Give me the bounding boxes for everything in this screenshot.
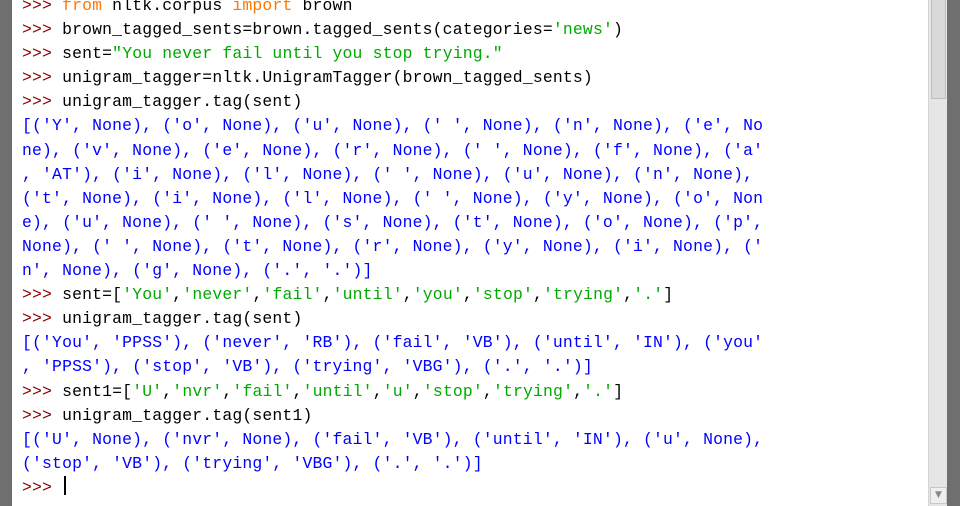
- code-text: ,: [172, 285, 183, 305]
- prompt-marker: >>>: [22, 68, 63, 88]
- code-text: ,: [462, 285, 473, 305]
- shell-line: e), ('u', None), (' ', None), ('s', None…: [22, 211, 932, 235]
- prompt-marker: >>>: [22, 405, 63, 425]
- code-text: ,: [222, 381, 233, 401]
- string-literal: 'u': [382, 381, 413, 401]
- code-text: sent1=[: [62, 381, 133, 401]
- code-text: ,: [402, 285, 413, 305]
- code-text: sent=[: [62, 285, 123, 305]
- shell-line: >>> unigram_tagger.tag(sent): [22, 90, 932, 114]
- code-text: ,: [322, 285, 333, 305]
- shell-line: , 'AT'), ('i', None), ('l', None), (' ',…: [22, 163, 932, 187]
- output-text: n', None), ('g', None), ('.', '.')]: [22, 261, 373, 281]
- code-text: ,: [533, 285, 544, 305]
- shell-line: >>> unigram_tagger.tag(sent1): [22, 404, 932, 428]
- code-text: brown: [292, 0, 353, 15]
- shell-line: >>> brown_tagged_sents=brown.tagged_sent…: [22, 18, 932, 42]
- shell-line: >>> unigram_tagger.tag(sent): [22, 307, 932, 331]
- string-literal: 'stop': [422, 381, 483, 401]
- output-text: , 'PPSS'), ('stop', 'VB'), ('trying', 'V…: [22, 357, 593, 377]
- prompt-marker: >>>: [22, 92, 63, 112]
- vertical-scrollbar[interactable]: ▼: [928, 0, 947, 506]
- shell-line: >>> sent=['You','never','fail','until','…: [22, 283, 932, 307]
- string-literal: 'fail': [232, 381, 293, 401]
- code-text: ]: [663, 285, 674, 305]
- code-text: ,: [623, 285, 634, 305]
- scroll-down-icon[interactable]: ▼: [930, 487, 947, 504]
- string-literal: '.': [633, 285, 664, 305]
- string-literal: 'nvr': [172, 381, 223, 401]
- string-literal: 'fail': [262, 285, 323, 305]
- python-shell[interactable]: >>> from nltk.corpus import brown >>> bro…: [12, 0, 947, 506]
- output-text: ('t', None), ('i', None), ('l', None), (…: [22, 188, 764, 208]
- code-text: ,: [573, 381, 584, 401]
- shell-line: >>> unigram_tagger=nltk.UnigramTagger(br…: [22, 66, 932, 90]
- input-line[interactable]: >>>: [22, 475, 932, 500]
- code-text: unigram_tagger=nltk.UnigramTagger(brown_…: [62, 68, 593, 88]
- string-literal: 'You': [122, 285, 173, 305]
- code-text: ): [612, 20, 624, 40]
- keyword-text: from: [62, 0, 103, 15]
- string-literal: 'until': [332, 285, 403, 305]
- output-text: ne), ('v', None), ('e', None), ('r', Non…: [22, 140, 764, 160]
- prompt-marker: >>>: [22, 309, 63, 329]
- prompt-marker: >>>: [22, 0, 63, 15]
- prompt-marker: >>>: [22, 285, 63, 305]
- code-text: unigram_tagger.tag(sent): [62, 92, 303, 112]
- prompt-marker: >>>: [22, 44, 63, 64]
- shell-line: >>> sent="You never fail until you stop …: [22, 42, 932, 66]
- string-literal: 'trying': [543, 285, 624, 305]
- scrollbar-thumb[interactable]: [931, 0, 946, 99]
- string-literal: 'stop': [472, 285, 533, 305]
- shell-line: ne), ('v', None), ('e', None), ('r', Non…: [22, 139, 932, 163]
- shell-line: [('Y', None), ('o', None), ('u', None), …: [22, 114, 932, 138]
- code-text: unigram_tagger.tag(sent1): [62, 405, 313, 425]
- keyword-text: import: [232, 0, 293, 15]
- shell-line: >>> sent1=['U','nvr','fail','until','u',…: [22, 380, 932, 404]
- code-text: ,: [292, 381, 303, 401]
- shell-line: >>> from nltk.corpus import brown: [22, 0, 932, 18]
- output-text: ('stop', 'VB'), ('trying', 'VBG'), ('.',…: [22, 453, 483, 473]
- string-literal: 'never': [182, 285, 253, 305]
- text-cursor: [64, 475, 67, 495]
- string-literal: 'news': [552, 20, 613, 40]
- prompt-marker: >>>: [22, 477, 63, 497]
- string-literal: 'U': [132, 381, 163, 401]
- string-literal: 'until': [302, 381, 373, 401]
- output-text: e), ('u', None), (' ', None), ('s', None…: [22, 212, 764, 232]
- code-text: ,: [162, 381, 173, 401]
- string-literal: 'you': [412, 285, 463, 305]
- prompt-marker: >>>: [22, 20, 63, 40]
- string-literal: 'trying': [492, 381, 574, 401]
- shell-line: None), (' ', None), ('t', None), ('r', N…: [22, 235, 932, 259]
- shell-line: [('You', 'PPSS'), ('never', 'RB'), ('fai…: [22, 331, 932, 355]
- code-text: ,: [372, 381, 383, 401]
- shell-line: n', None), ('g', None), ('.', '.')]: [22, 259, 932, 283]
- code-text: ,: [482, 381, 493, 401]
- output-text: [('You', 'PPSS'), ('never', 'RB'), ('fai…: [22, 333, 764, 353]
- shell-line: ('t', None), ('i', None), ('l', None), (…: [22, 187, 932, 211]
- output-text: [('Y', None), ('o', None), ('u', None), …: [22, 116, 764, 136]
- output-text: None), (' ', None), ('t', None), ('r', N…: [22, 236, 764, 256]
- output-text: [('U', None), ('nvr', None), ('fail', 'V…: [22, 429, 764, 449]
- string-literal: "You never fail until you stop trying.": [112, 44, 503, 64]
- shell-line: [('U', None), ('nvr', None), ('fail', 'V…: [22, 428, 932, 452]
- shell-line: ('stop', 'VB'), ('trying', 'VBG'), ('.',…: [22, 452, 932, 476]
- code-text: unigram_tagger.tag(sent): [62, 309, 303, 329]
- code-text: ,: [252, 285, 263, 305]
- output-text: , 'AT'), ('i', None), ('l', None), (' ',…: [22, 164, 754, 184]
- string-literal: '.': [583, 381, 614, 401]
- shell-output: >>> from nltk.corpus import brown >>> bro…: [22, 0, 932, 500]
- code-text: ,: [412, 381, 423, 401]
- code-text: ]: [613, 381, 624, 401]
- prompt-marker: >>>: [22, 381, 63, 401]
- code-text: sent=: [62, 44, 113, 64]
- code-text: nltk.corpus: [102, 0, 233, 15]
- code-text: brown_tagged_sents=brown.tagged_sents(ca…: [62, 20, 553, 40]
- shell-line: , 'PPSS'), ('stop', 'VB'), ('trying', 'V…: [22, 355, 932, 379]
